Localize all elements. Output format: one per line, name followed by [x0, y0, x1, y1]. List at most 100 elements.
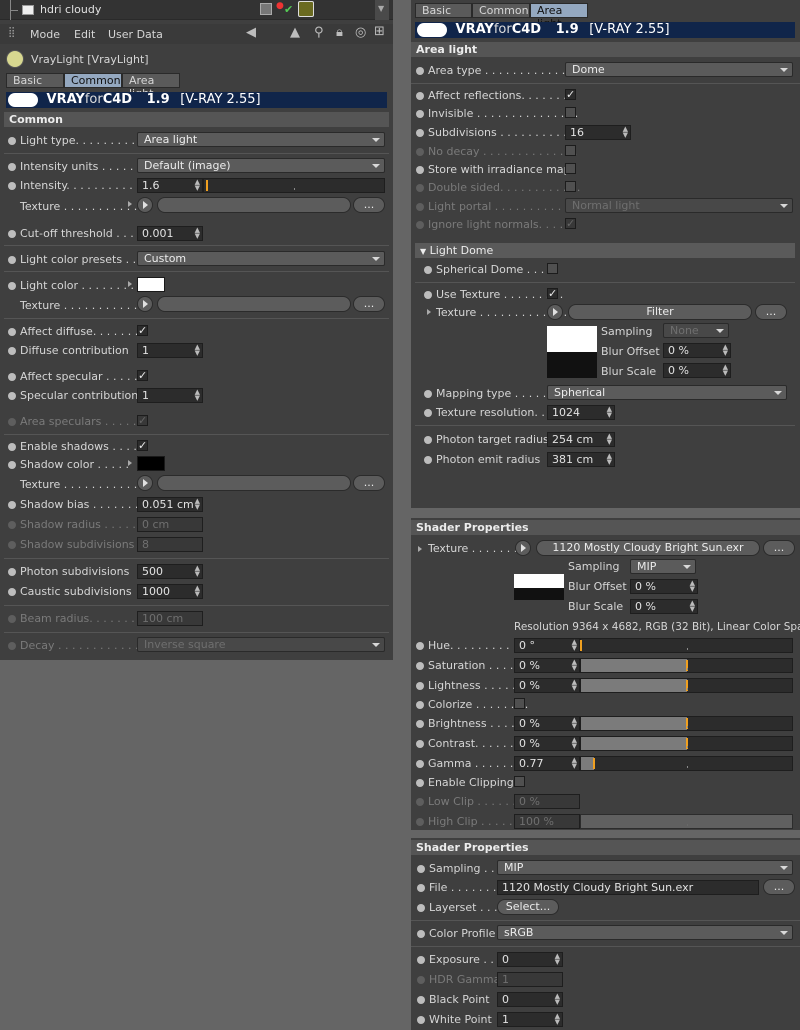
white-point-field[interactable]: 1 ▲ ▼: [497, 1012, 563, 1027]
anim-dot[interactable]: [8, 328, 16, 336]
light-type-dropdown[interactable]: Area light: [137, 132, 385, 147]
scrollbar[interactable]: ▼: [375, 0, 389, 20]
saturation-slider[interactable]: [580, 658, 793, 673]
anim-dot[interactable]: [8, 392, 16, 400]
new-panel-icon[interactable]: ⊞: [374, 24, 385, 39]
anim-dot[interactable]: [8, 256, 16, 264]
tab-area-light[interactable]: Area light: [122, 73, 180, 100]
anim-dot[interactable]: [417, 904, 425, 912]
anim-dot[interactable]: [8, 137, 16, 145]
anim-dot[interactable]: [416, 92, 424, 100]
photon-emit-radius-field[interactable]: 381 cm ▲ ▼: [547, 452, 615, 467]
texture-more-button[interactable]: ...: [763, 540, 795, 556]
texture-shader-button[interactable]: [157, 475, 351, 491]
tab-common[interactable]: Common: [64, 73, 122, 88]
anim-dot[interactable]: [416, 682, 424, 690]
black-point-field[interactable]: 0 ▲ ▼: [497, 992, 563, 1007]
sampling-dropdown[interactable]: MIP: [497, 860, 793, 875]
blur-scale-field[interactable]: 0 % ▲ ▼: [630, 599, 698, 614]
texture-resolution-field[interactable]: 1024 ▲ ▼: [547, 405, 615, 420]
collapse-arrow-icon[interactable]: ▼: [420, 247, 426, 256]
layer-tag-icon[interactable]: [260, 3, 272, 15]
anim-dot[interactable]: [416, 740, 424, 748]
menu-edit[interactable]: Edit: [74, 28, 95, 41]
anim-dot[interactable]: [424, 291, 432, 299]
brightness-slider[interactable]: [580, 716, 793, 731]
specular-contribution-field[interactable]: 1 ▲ ▼: [137, 388, 203, 403]
store-irradiance-checkbox[interactable]: [565, 163, 576, 174]
texture-play-button[interactable]: [547, 304, 563, 320]
lightness-field[interactable]: 0 % ▲ ▼: [514, 678, 580, 693]
subdivisions-field[interactable]: 16 ▲ ▼: [565, 125, 631, 140]
intensity-units-dropdown[interactable]: Default (image): [137, 158, 385, 173]
caustic-subdivisions-field[interactable]: 1000 ▲ ▼: [137, 584, 203, 599]
anim-dot[interactable]: [8, 501, 16, 509]
enable-shadows-checkbox[interactable]: ✓: [137, 440, 148, 451]
sampling-dropdown[interactable]: MIP: [630, 559, 696, 574]
texture-shader-button[interactable]: [157, 197, 351, 213]
section-light-dome[interactable]: ▼ Light Dome: [415, 243, 795, 258]
texture-file-button[interactable]: 1120 Mostly Cloudy Bright Sun.exr: [536, 540, 760, 556]
mapping-type-dropdown[interactable]: Spherical: [547, 385, 787, 400]
contrast-field[interactable]: 0 % ▲ ▼: [514, 736, 580, 751]
photon-subdivisions-field[interactable]: 500 ▲ ▼: [137, 564, 203, 579]
file-field[interactable]: 1120 Mostly Cloudy Bright Sun.exr: [497, 880, 759, 895]
blur-offset-field[interactable]: 0 % ▲ ▼: [630, 579, 698, 594]
texture-play-button[interactable]: [137, 475, 153, 491]
brightness-field[interactable]: 0 % ▲ ▼: [514, 716, 580, 731]
anim-dot[interactable]: [416, 67, 424, 75]
anim-dot[interactable]: [424, 456, 432, 464]
tab-common[interactable]: Common: [472, 3, 530, 18]
back-arrow-icon[interactable]: ◀: [246, 25, 256, 40]
gamma-slider[interactable]: [580, 756, 793, 771]
area-type-dropdown[interactable]: Dome: [565, 62, 793, 77]
anim-dot[interactable]: [416, 166, 424, 174]
intensity-field[interactable]: 1.6 ▲ ▼: [137, 178, 203, 193]
anim-dot[interactable]: [8, 373, 16, 381]
anim-dot[interactable]: [8, 282, 16, 290]
affect-diffuse-checkbox[interactable]: ✓: [137, 325, 148, 336]
texture-play-button[interactable]: [515, 540, 531, 556]
search-icon[interactable]: ⚲: [314, 25, 324, 40]
menu-user-data[interactable]: User Data: [108, 28, 163, 41]
anim-dot[interactable]: [424, 390, 432, 398]
affect-reflections-checkbox[interactable]: ✓: [565, 89, 576, 100]
enabled-check-icon[interactable]: ✔: [284, 3, 293, 16]
object-tree-row[interactable]: hdri cloudy ● ✔ ▼: [0, 0, 393, 20]
anim-dot[interactable]: [417, 996, 425, 1004]
photon-target-radius-field[interactable]: 254 cm ▲ ▼: [547, 432, 615, 447]
use-texture-checkbox[interactable]: ✓: [547, 288, 558, 299]
invisible-checkbox[interactable]: [565, 107, 576, 118]
colorize-checkbox[interactable]: [514, 698, 525, 709]
object-name[interactable]: hdri cloudy: [40, 3, 101, 16]
expand-arrow-icon[interactable]: [128, 281, 132, 287]
anim-dot[interactable]: [8, 443, 16, 451]
cutoff-field[interactable]: 0.001 ▲ ▼: [137, 226, 203, 241]
tab-basic[interactable]: Basic: [6, 73, 64, 88]
texture-more-button[interactable]: ...: [353, 475, 385, 491]
presets-dropdown[interactable]: Custom: [137, 251, 385, 266]
anim-dot[interactable]: [416, 779, 424, 787]
expand-arrow-icon[interactable]: [427, 309, 431, 315]
color-profile-dropdown[interactable]: sRGB: [497, 925, 793, 940]
texture-more-button[interactable]: ...: [755, 304, 787, 320]
enable-clipping-checkbox[interactable]: [514, 776, 525, 787]
blur-offset-field[interactable]: 0 % ▲ ▼: [663, 343, 731, 358]
anim-dot[interactable]: [8, 347, 16, 355]
anim-dot[interactable]: [416, 110, 424, 118]
file-browse-button[interactable]: ...: [763, 879, 795, 895]
shadow-bias-field[interactable]: 0.051 cm ▲ ▼: [137, 497, 203, 512]
hue-field[interactable]: 0 ° ▲ ▼: [514, 638, 580, 653]
shadow-color-swatch[interactable]: [137, 456, 165, 471]
diffuse-contribution-field[interactable]: 1 ▲ ▼: [137, 343, 203, 358]
anim-dot[interactable]: [416, 760, 424, 768]
menu-mode[interactable]: Mode: [30, 28, 60, 41]
texture-filter-button[interactable]: Filter: [568, 304, 752, 320]
texture-play-button[interactable]: [137, 296, 153, 312]
target-icon[interactable]: ◎: [355, 25, 366, 40]
affect-specular-checkbox[interactable]: ✓: [137, 370, 148, 381]
spherical-dome-checkbox[interactable]: [547, 263, 558, 274]
texture-more-button[interactable]: ...: [353, 197, 385, 213]
expand-arrow-icon[interactable]: [418, 546, 422, 552]
contrast-slider[interactable]: [580, 736, 793, 751]
